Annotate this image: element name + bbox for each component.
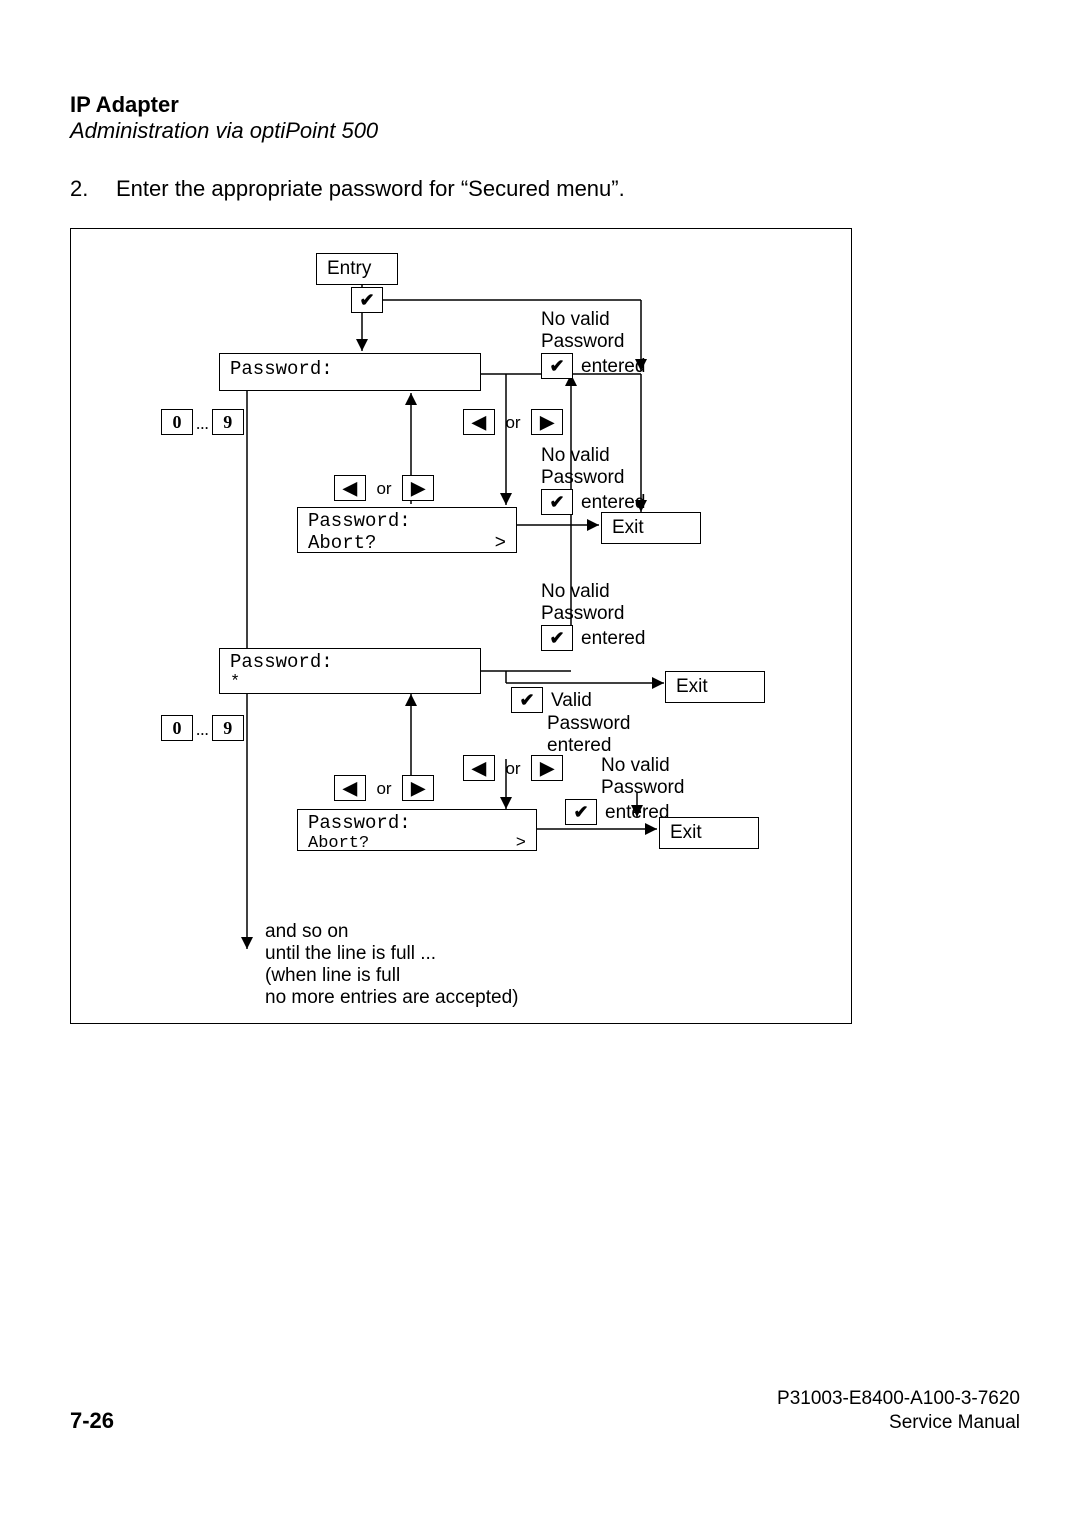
left-arrow-icon: ◀ [334, 475, 366, 501]
page: IP Adapter Administration via optiPoint … [0, 0, 1080, 1528]
abort-box-2: Password: Abort?> [297, 809, 537, 851]
diagram: Entry ✔ No valid Password ✔entered Passw… [70, 228, 852, 1024]
check-icon: ✔ [541, 353, 573, 379]
note-text: and so on until the line is full ... (wh… [265, 921, 518, 1009]
digits-range-1: 0...9 [161, 409, 244, 435]
check-icon: ✔ [541, 625, 573, 651]
step-body: Enter the appropriate password for “Secu… [116, 176, 625, 201]
page-number: 7-26 [70, 1408, 114, 1434]
right-arrow-icon: ▶ [531, 409, 563, 435]
left-arrow-icon: ◀ [463, 409, 495, 435]
left-arrow-icon: ◀ [463, 755, 495, 781]
nav-or-1: ◀ or ▶ [463, 409, 563, 435]
digits-range-2: 0...9 [161, 715, 244, 741]
nav-or-2: ◀ or ▶ [334, 475, 434, 501]
key-9: 9 [212, 409, 244, 435]
right-arrow-icon: ▶ [402, 775, 434, 801]
entry-label: Entry [327, 258, 371, 279]
step-text: 2.Enter the appropriate password for “Se… [70, 176, 625, 202]
check-icon: ✔ [541, 489, 573, 515]
abort-box-1: Password: Abort?> [297, 507, 517, 553]
nav-or-4: ◀ or ▶ [334, 775, 434, 801]
key-0: 0 [161, 409, 193, 435]
no-valid-1: No valid Password ✔entered [541, 309, 645, 379]
valid-password: ✔Valid Password entered [511, 687, 630, 757]
doc-number: P31003-E8400-A100-3-7620 [777, 1388, 1020, 1410]
left-arrow-icon: ◀ [334, 775, 366, 801]
doc-manual: Service Manual [889, 1412, 1020, 1434]
right-arrow-icon: ▶ [531, 755, 563, 781]
key-9: 9 [212, 715, 244, 741]
exit-box-1: Exit [601, 512, 701, 544]
check-icon: ✔ [351, 287, 383, 313]
no-valid-2: No valid Password ✔entered [541, 445, 645, 515]
nav-or-3: ◀ or ▶ [463, 755, 563, 781]
password-box-2: Password: * [219, 648, 481, 694]
no-valid-3: No valid Password ✔entered [541, 581, 645, 651]
exit-box-3: Exit [659, 817, 759, 849]
no-valid-4: No valid Password ✔entered [601, 755, 684, 825]
exit-box-2: Exit [665, 671, 765, 703]
entry-box: Entry [316, 253, 398, 285]
check-icon: ✔ [565, 799, 597, 825]
page-subtitle: Administration via optiPoint 500 [70, 118, 378, 144]
page-title: IP Adapter [70, 92, 179, 118]
right-arrow-icon: ▶ [402, 475, 434, 501]
step-number: 2. [70, 176, 116, 202]
check-icon: ✔ [511, 687, 543, 713]
flow-lines [71, 229, 851, 1023]
password-box-1: Password: [219, 353, 481, 391]
key-0: 0 [161, 715, 193, 741]
